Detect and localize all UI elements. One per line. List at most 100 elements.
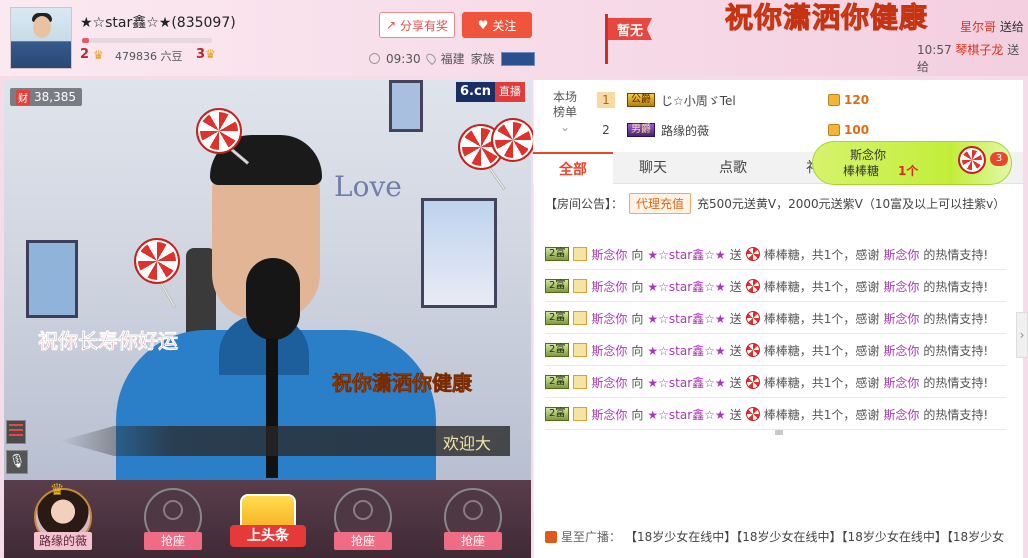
share-icon: ↗ <box>385 18 397 32</box>
microphone-stand <box>266 338 278 478</box>
message-divider <box>545 269 1007 270</box>
seat-user-name: 路缘的薇 <box>34 532 92 550</box>
ranking-label-line-1: 本场 <box>552 90 577 104</box>
rank-amount: 100 <box>828 123 869 137</box>
wealth-badge: 2富 <box>545 343 570 357</box>
wall-picture <box>389 80 423 132</box>
chat-message: 2富 斯念你向 ★☆star鑫☆★ 送棒棒糖，共1个，感谢 斯念你 的热情支持! <box>545 371 988 393</box>
gift-text: 棒棒糖，共1个，感谢 <box>763 247 880 262</box>
speaker-icon <box>545 530 557 543</box>
chat-message: 2富 斯念你向 ★☆star鑫☆★ 送棒棒糖，共1个，感谢 斯念你 的热情支持! <box>545 339 988 361</box>
broadcast-label: 星至广播： <box>561 530 622 544</box>
share-button[interactable]: ↗ 分享有奖 <box>379 12 455 38</box>
sender-name[interactable]: 斯念你 <box>591 374 627 391</box>
follow-label: 关注 <box>492 18 517 33</box>
menu-icon[interactable] <box>6 420 26 444</box>
message-suffix: 的热情支持! <box>923 247 989 262</box>
rank-amount-value: 100 <box>844 123 870 137</box>
chevron-right-icon[interactable]: › <box>1016 312 1028 358</box>
thanks-user[interactable]: 斯念你 <box>883 278 919 295</box>
rank-flag[interactable]: 暂无 <box>608 18 652 40</box>
live-label: 直播 <box>494 82 525 102</box>
message-verb: 向 <box>631 311 644 326</box>
tab-song[interactable]: 点歌 <box>693 152 773 184</box>
receiver-name[interactable]: ★☆star鑫☆★ <box>647 278 725 295</box>
broadcast-bar: 星至广播： 【18岁少女在线中】【18岁少女在线中】【18岁少女在线中】【18岁… <box>545 528 1004 545</box>
message-verb: 向 <box>631 343 644 358</box>
message-suffix: 的热情支持! <box>923 407 989 422</box>
banner-right-line-2: 10:57 琴棋子龙 送给 <box>917 41 1028 75</box>
message-verb: 向 <box>631 247 644 262</box>
thanks-user[interactable]: 斯念你 <box>883 406 919 423</box>
rank-badge: 公爵 <box>627 93 655 107</box>
location: 福建 <box>440 52 465 66</box>
anchor-name[interactable]: ★☆star鑫☆★(835097) <box>80 12 236 32</box>
family-badge[interactable] <box>500 51 535 66</box>
notice-tag[interactable]: 代理充值 <box>629 193 692 214</box>
lollipop-icon <box>745 343 760 357</box>
chat-message: 2富 斯念你向 ★☆star鑫☆★ 送棒棒糖，共1个，感谢 斯念你 的热情支持! <box>545 275 988 297</box>
receiver-name[interactable]: ★☆star鑫☆★ <box>647 374 725 391</box>
lollipop-icon <box>745 247 760 261</box>
wall-love-text: Love <box>334 170 402 203</box>
message-send: 送 <box>729 407 742 422</box>
sender-name[interactable]: 斯念你 <box>591 342 627 359</box>
lollipop-icon <box>745 279 760 293</box>
sender-name[interactable]: 斯念你 <box>591 310 627 327</box>
family-label: 家族 <box>470 52 495 66</box>
level-progress-fill <box>82 38 89 43</box>
welcome-text: 欢迎大 <box>443 434 492 453</box>
broadcast-text[interactable]: 【18岁少女在线中】【18岁少女在线中】【18岁少女在线中】【18岁少女 <box>625 528 1004 545</box>
grab-seat-button[interactable]: 抢座 <box>444 532 502 550</box>
coin-icon <box>828 124 840 136</box>
lollipop-icon <box>196 108 242 154</box>
thanks-user[interactable]: 斯念你 <box>883 342 919 359</box>
message-send: 送 <box>729 279 742 294</box>
ranking-row[interactable]: 1 公爵 じ☆小周ゞTel <box>597 89 736 111</box>
user-badge-icon <box>573 407 588 421</box>
message-suffix: 的热情支持! <box>923 311 989 326</box>
receiver-name[interactable]: ★☆star鑫☆★ <box>647 246 725 263</box>
lollipop-icon <box>745 407 760 421</box>
message-suffix: 的热情支持! <box>923 375 989 390</box>
grab-seat-button[interactable]: 抢座 <box>144 532 202 550</box>
rank-number: 2 <box>602 123 610 137</box>
logo-text: 6.cn <box>456 82 495 102</box>
level-progress-bar <box>82 38 212 43</box>
tab-all[interactable]: 全部 <box>533 152 613 184</box>
thanks-user[interactable]: 斯念你 <box>883 374 919 391</box>
message-divider <box>545 333 1007 334</box>
receiver-name[interactable]: ★☆star鑫☆★ <box>647 406 725 423</box>
receiver-name[interactable]: ★☆star鑫☆★ <box>647 342 725 359</box>
live-video[interactable]: Love <box>4 80 531 480</box>
ranking-row[interactable]: 2 男爵 路缘的薇 <box>597 119 709 141</box>
sender-name[interactable]: 斯念你 <box>591 278 627 295</box>
thanks-user[interactable]: 斯念你 <box>883 310 919 327</box>
notice-text: 充500元送黄V，2000元送紫V（10富及以上可以挂紫v） <box>697 197 1006 211</box>
thanks-user[interactable]: 斯念你 <box>883 246 919 263</box>
sender-name[interactable]: 斯念你 <box>591 246 627 263</box>
wealth-badge: 财 38,385 <box>10 88 82 106</box>
headline-button[interactable]: 上头条 <box>230 525 306 547</box>
wealth-badge: 2富 <box>545 279 570 293</box>
crown-icon: ♛ <box>93 47 104 62</box>
sender-name[interactable]: 斯念你 <box>591 406 627 423</box>
microphone-icon[interactable]: 🎙 <box>6 450 28 474</box>
lollipop-icon <box>745 375 760 389</box>
banner-right-action: 送给 <box>999 20 1024 34</box>
grab-seat-button[interactable]: 抢座 <box>334 532 392 550</box>
tab-chat[interactable]: 聊天 <box>613 152 693 184</box>
seat-row: ♛ 路缘的薇 抢座 上头条 抢座 抢座 <box>4 480 531 558</box>
chat-message: 2富 斯念你向 ★☆star鑫☆★ 送棒棒糖，共1个，感谢 斯念你 的热情支持! <box>545 243 988 265</box>
share-label: 分享有奖 <box>400 18 449 33</box>
wealth-count: 38,385 <box>34 90 76 104</box>
bean-count: 479836 六豆 <box>115 50 183 63</box>
ranking-toggle[interactable]: 本场 榜单 ⌄ <box>545 90 585 135</box>
message-send: 送 <box>729 247 742 262</box>
receiver-name[interactable]: ★☆star鑫☆★ <box>647 310 725 327</box>
anchor-avatar[interactable] <box>10 7 72 69</box>
message-suffix: 的热情支持! <box>923 343 989 358</box>
room-info: 09:30 福建 家族 <box>369 50 535 67</box>
follow-button[interactable]: ♥ 关注 <box>462 12 532 38</box>
rank-amount: 120 <box>828 93 869 107</box>
